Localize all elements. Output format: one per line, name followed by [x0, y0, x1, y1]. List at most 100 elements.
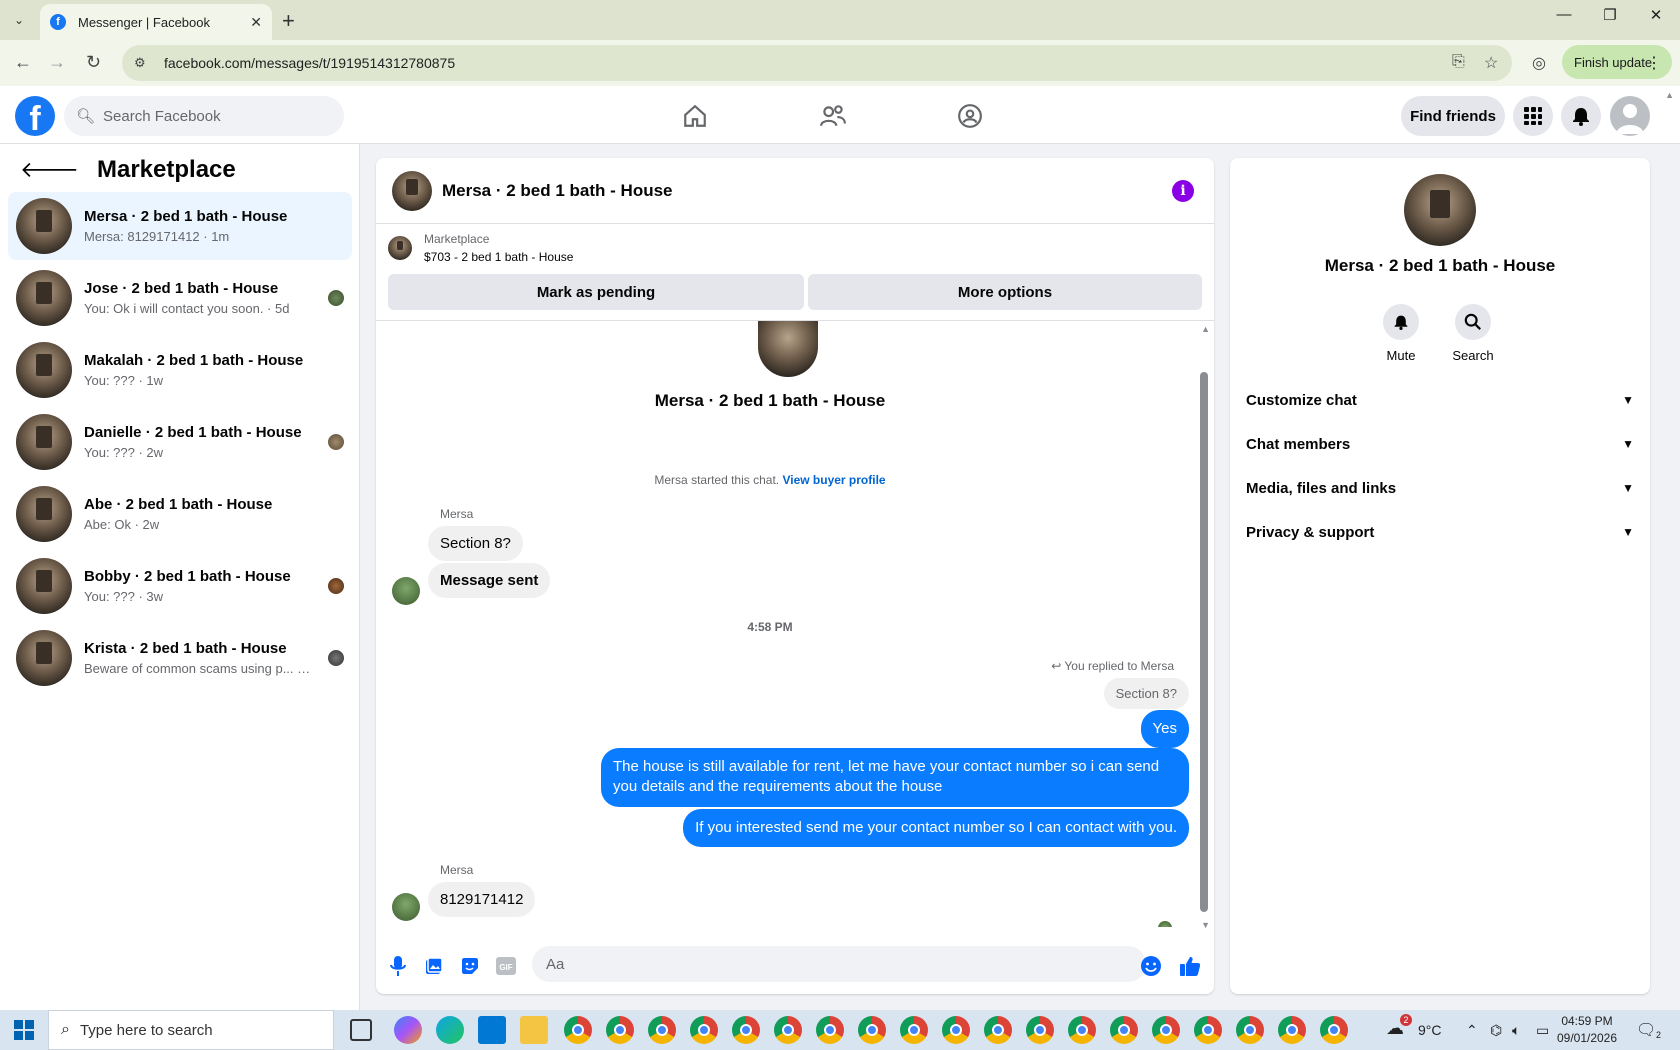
tab-close-icon[interactable]: ✕: [250, 14, 262, 31]
info-icon[interactable]: i: [1172, 180, 1194, 202]
gif-icon[interactable]: GIF: [494, 954, 518, 978]
incoming-message[interactable]: Section 8?: [428, 526, 523, 561]
show-hidden-icons-icon[interactable]: ⌃: [1466, 1022, 1478, 1039]
chrome-icon[interactable]: [690, 1016, 718, 1044]
window-close-icon[interactable]: ✕: [1633, 6, 1679, 24]
media-files-links-section[interactable]: Media, files and links ▼: [1246, 468, 1634, 508]
bookmark-star-icon[interactable]: ☆: [1484, 53, 1498, 73]
weather-temp[interactable]: 9°C: [1418, 1022, 1442, 1038]
chrome-icon[interactable]: [648, 1016, 676, 1044]
incoming-message[interactable]: 8129171412: [428, 882, 536, 917]
taskbar-clock[interactable]: 04:59 PM 09/01/2026: [1552, 1013, 1622, 1047]
outgoing-message[interactable]: Yes: [1140, 710, 1189, 749]
task-view-icon[interactable]: [350, 1019, 372, 1041]
view-buyer-profile-link[interactable]: View buyer profile: [782, 473, 885, 487]
privacy-support-section[interactable]: Privacy & support ▼: [1246, 512, 1634, 552]
chat-list-item[interactable]: Danielle · 2 bed 1 bath - House You: ???…: [8, 408, 352, 476]
emoji-icon[interactable]: [1139, 954, 1163, 978]
display-icon[interactable]: ▭: [1536, 1022, 1549, 1039]
copilot-icon[interactable]: [394, 1016, 422, 1044]
thumbs-up-icon[interactable]: [1178, 954, 1202, 978]
scroll-up-arrow-icon[interactable]: ▲: [1201, 324, 1210, 334]
chrome-icon[interactable]: [984, 1016, 1012, 1044]
chrome-icon[interactable]: [606, 1016, 634, 1044]
sticker-icon[interactable]: [458, 954, 482, 978]
network-icon[interactable]: ⌬: [1490, 1022, 1502, 1039]
chrome-icon[interactable]: [1194, 1016, 1222, 1044]
menu-grid-icon[interactable]: [1513, 96, 1553, 136]
chrome-icon[interactable]: [1152, 1016, 1180, 1044]
chat-list-item[interactable]: Makalah · 2 bed 1 bath - House You: ??? …: [8, 336, 352, 404]
chrome-icon[interactable]: [774, 1016, 802, 1044]
notifications-bell-icon[interactable]: [1561, 96, 1601, 136]
volume-icon[interactable]: 🔈︎: [1512, 1022, 1520, 1039]
more-options-button[interactable]: More options: [808, 274, 1202, 310]
minimize-icon[interactable]: —: [1541, 6, 1587, 23]
browser-menu-icon[interactable]: ⋮: [1646, 53, 1662, 73]
chat-members-section[interactable]: Chat members ▼: [1246, 424, 1634, 464]
chrome-icon[interactable]: [1110, 1016, 1138, 1044]
notification-center-icon[interactable]: 🗨︎: [1636, 1020, 1656, 1040]
reload-icon[interactable]: ↻: [86, 52, 101, 73]
chrome-icon[interactable]: [564, 1016, 592, 1044]
finish-update-button[interactable]: Finish update ⋮: [1562, 45, 1672, 79]
address-bar[interactable]: ⚙ facebook.com/messages/t/19195143127808…: [122, 45, 1512, 81]
facebook-search[interactable]: 🔍︎: [64, 96, 344, 136]
chrome-icon[interactable]: [942, 1016, 970, 1044]
chrome-icon[interactable]: [1278, 1016, 1306, 1044]
photo-icon[interactable]: [422, 954, 446, 978]
file-explorer-icon[interactable]: [520, 1016, 548, 1044]
outgoing-message[interactable]: If you interested send me your contact n…: [683, 809, 1189, 848]
quoted-message[interactable]: Section 8?: [1103, 678, 1189, 709]
home-nav-icon[interactable]: [679, 100, 711, 132]
chrome-icon[interactable]: [1026, 1016, 1054, 1044]
message-input[interactable]: [532, 946, 1146, 982]
facebook-search-input[interactable]: [103, 107, 324, 125]
friends-nav-icon[interactable]: [817, 100, 849, 132]
profile-icon[interactable]: ◎: [1532, 53, 1546, 73]
taskbar-search[interactable]: ⌕: [48, 1010, 334, 1050]
site-info-icon[interactable]: ⚙: [134, 55, 154, 71]
scroll-down-arrow-icon[interactable]: ▼: [1201, 920, 1210, 930]
chrome-icon[interactable]: [1236, 1016, 1264, 1044]
back-icon[interactable]: ←: [14, 52, 32, 73]
listing-summary[interactable]: Marketplace $703 - 2 bed 1 bath - House: [388, 232, 573, 264]
chat-list-item[interactable]: Krista · 2 bed 1 bath - House Beware of …: [8, 624, 352, 692]
chrome-icon[interactable]: [858, 1016, 886, 1044]
chrome-icon[interactable]: [816, 1016, 844, 1044]
edge-icon[interactable]: [436, 1016, 464, 1044]
message-scrollbar[interactable]: [1200, 372, 1208, 912]
conversation-title[interactable]: Mersa · 2 bed 1 bath - House: [442, 181, 673, 201]
browser-tab[interactable]: f Messenger | Facebook ✕: [40, 4, 272, 40]
sender-avatar[interactable]: [392, 893, 420, 921]
chat-list-item[interactable]: Mersa · 2 bed 1 bath - House Mersa: 8129…: [8, 192, 352, 260]
page-scroll-up-icon[interactable]: ▲: [1665, 90, 1674, 100]
conversation-thumbnail[interactable]: [392, 170, 432, 211]
mark-as-pending-button[interactable]: Mark as pending: [388, 274, 804, 310]
chat-list-item[interactable]: Jose · 2 bed 1 bath - House You: Ok i wi…: [8, 264, 352, 332]
chat-list-item[interactable]: Abe · 2 bed 1 bath - House Abe: Ok · 2w: [8, 480, 352, 548]
windows-start-icon[interactable]: [14, 1020, 34, 1040]
customize-chat-section[interactable]: Customize chat ▼: [1246, 380, 1634, 420]
forward-icon[interactable]: →: [48, 52, 66, 73]
sender-avatar[interactable]: [392, 577, 420, 605]
new-tab-icon[interactable]: +: [282, 8, 295, 34]
account-avatar[interactable]: [1610, 96, 1650, 136]
back-arrow-icon[interactable]: 🡐: [20, 157, 79, 183]
microphone-icon[interactable]: [386, 954, 410, 978]
restore-icon[interactable]: ❐: [1587, 6, 1633, 24]
search-in-chat-button[interactable]: Search: [1443, 304, 1503, 363]
chrome-icon[interactable]: [1320, 1016, 1348, 1044]
chat-info-avatar[interactable]: [1404, 174, 1476, 246]
facebook-logo-icon[interactable]: f: [15, 96, 55, 136]
incoming-message[interactable]: Message sent: [428, 563, 551, 598]
chrome-icon[interactable]: [900, 1016, 928, 1044]
mute-button[interactable]: Mute: [1371, 304, 1431, 363]
mail-icon[interactable]: [478, 1016, 506, 1044]
chat-list-item[interactable]: Bobby · 2 bed 1 bath - House You: ??? · …: [8, 552, 352, 620]
taskbar-search-input[interactable]: [79, 1021, 260, 1039]
tab-search-chevron-icon[interactable]: ⌄: [6, 7, 32, 33]
chrome-icon[interactable]: [732, 1016, 760, 1044]
groups-nav-icon[interactable]: [954, 100, 986, 132]
install-app-icon[interactable]: ⎘: [1452, 53, 1465, 71]
